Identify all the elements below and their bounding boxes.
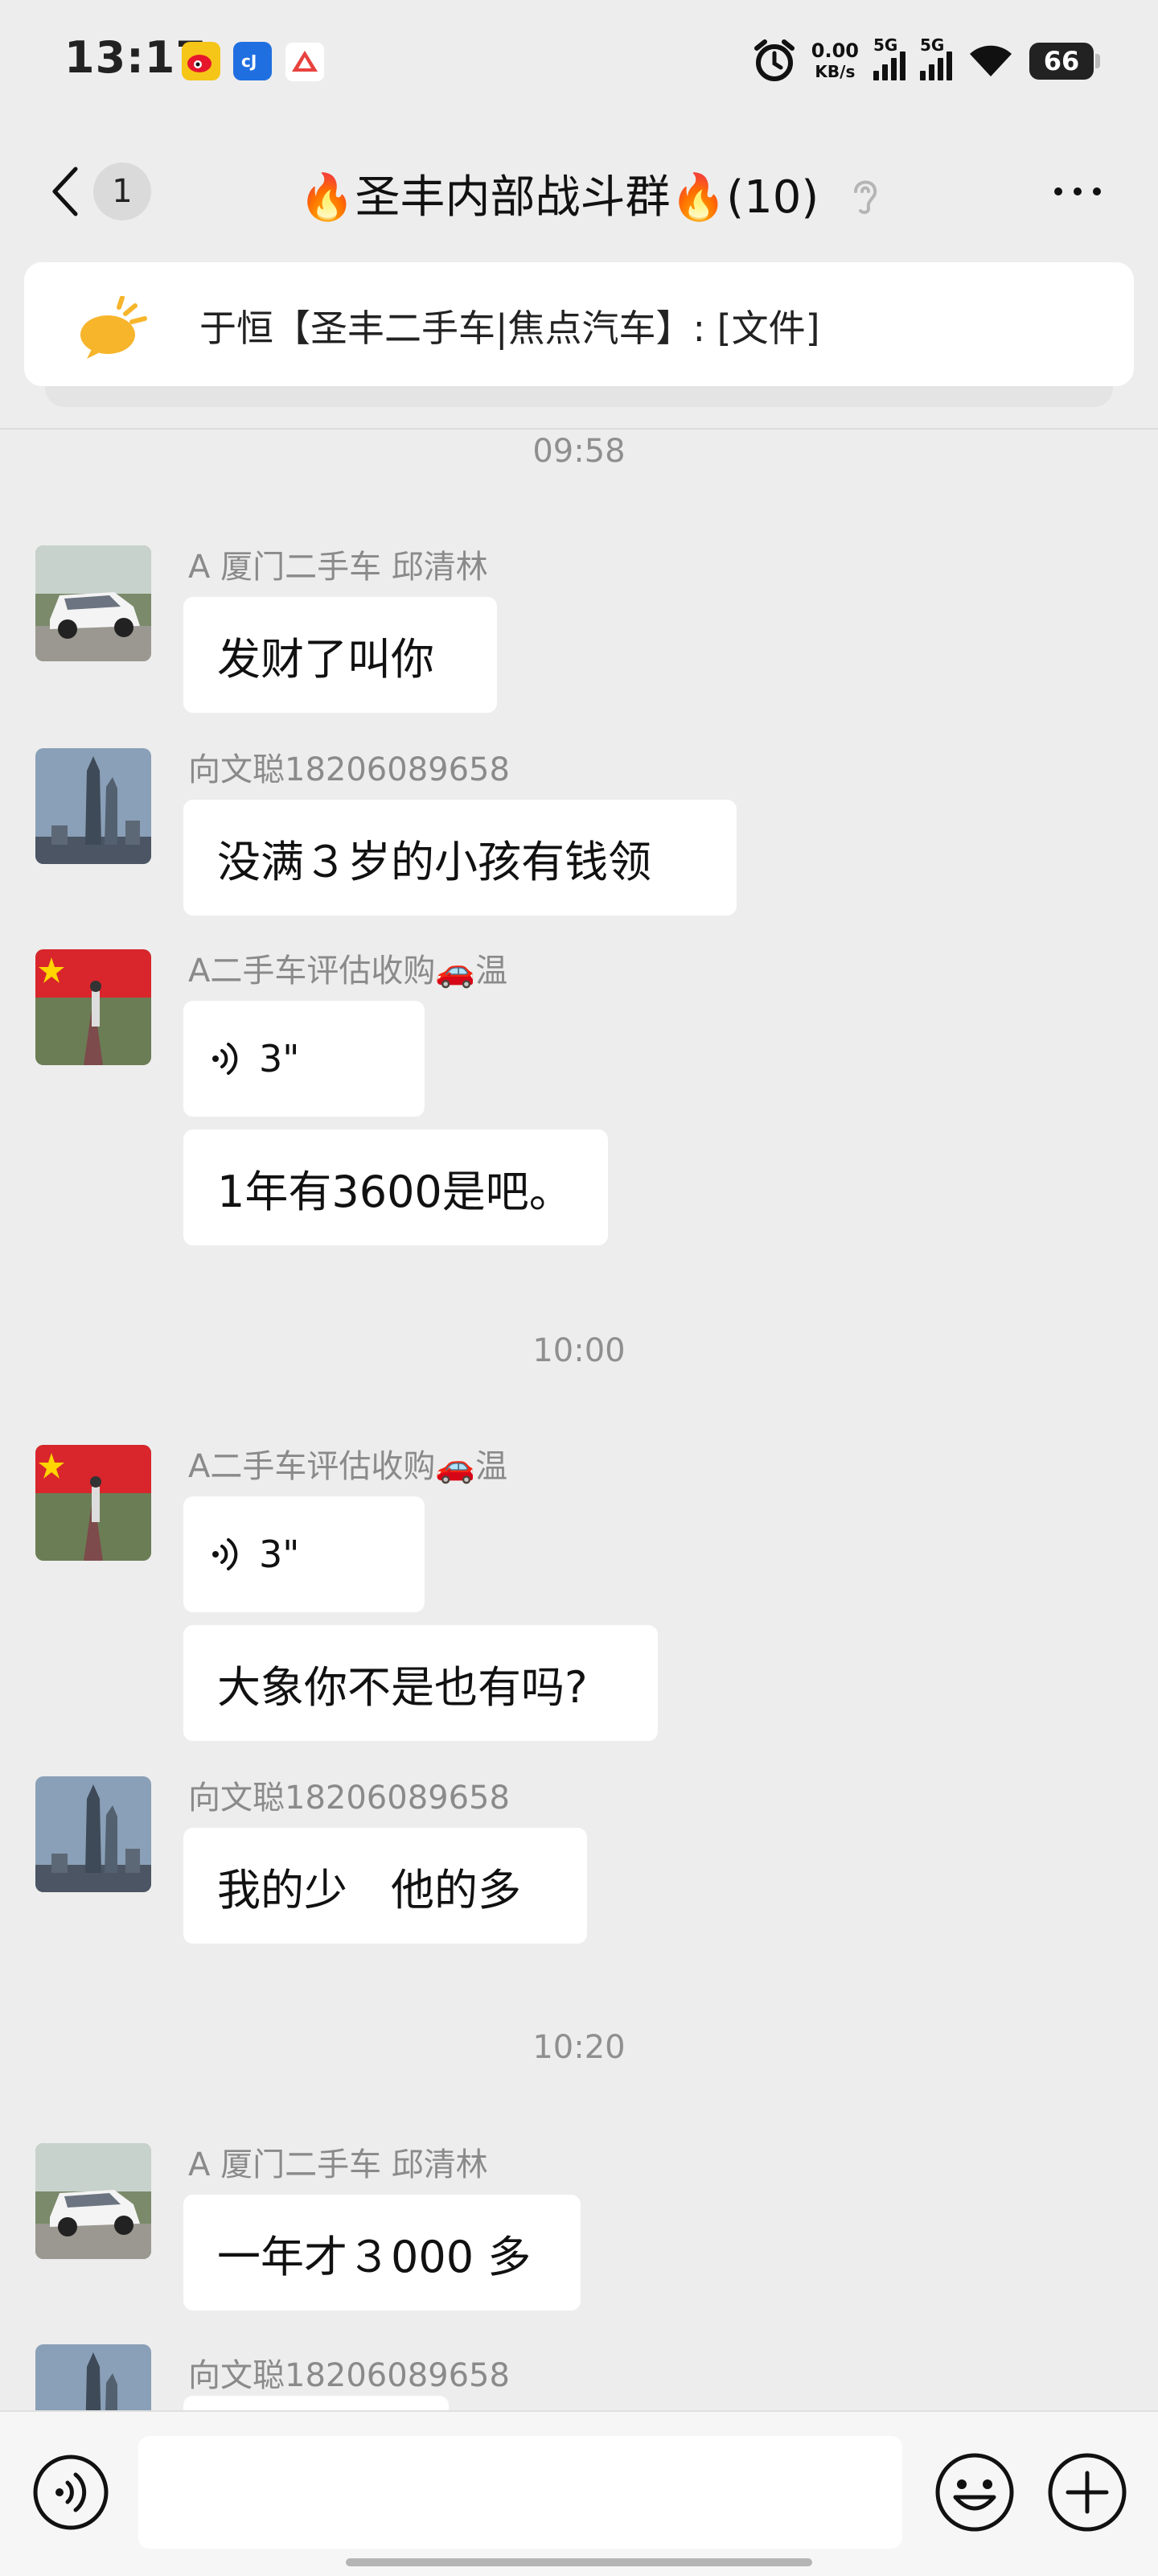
message-bubble[interactable] <box>183 2396 449 2410</box>
white-car-avatar[interactable] <box>35 545 151 661</box>
voice-wave-icon <box>212 1538 238 1570</box>
battery-level: 66 <box>1043 46 1080 76</box>
wifi-icon <box>970 45 1012 76</box>
signal-label: 5G <box>920 35 945 55</box>
message-bubble[interactable]: 1年有3600是吧。 <box>183 1130 608 1245</box>
skyscraper-avatar[interactable] <box>35 2344 151 2410</box>
weibo-app-icon <box>182 42 220 80</box>
sender-name: 向文聪18206089658 <box>188 2357 510 2394</box>
message-bubble[interactable]: 发财了叫你 <box>183 597 497 713</box>
skyscraper-avatar[interactable] <box>35 748 151 864</box>
svg-text:cJ: cJ <box>241 51 257 71</box>
voice-input-button[interactable] <box>31 2452 111 2533</box>
net-speed-unit: KB/s <box>815 62 856 81</box>
unread-count-badge[interactable]: 1 <box>93 163 151 220</box>
chat-header: 1 🔥圣丰内部战斗群🔥(10) <box>0 121 1158 262</box>
timestamp: 09:58 <box>532 433 626 470</box>
group-title[interactable]: 🔥圣丰内部战斗群🔥(10) <box>265 163 852 224</box>
input-bar <box>0 2410 1158 2576</box>
alarm-icon <box>754 39 795 81</box>
sender-name: 向文聪18206089658 <box>188 1780 510 1817</box>
pinned-notice[interactable]: 于恒【圣丰二手车|焦点汽车】: [文件] <box>24 262 1134 386</box>
emoji-button[interactable] <box>933 2450 1016 2534</box>
battery-icon: 66 <box>1029 43 1100 80</box>
home-indicator[interactable] <box>346 2558 812 2566</box>
announcement-icon <box>80 296 147 359</box>
flag-avatar[interactable] <box>35 1445 151 1561</box>
message-bubble[interactable]: 一年才３000 多 <box>183 2195 581 2311</box>
net-speed-value: 0.00 <box>811 39 859 62</box>
message-row: 向文聪18206089658 <box>0 2344 1158 2410</box>
status-indicators: 0.00 KB/s 5G 5G 66 <box>752 32 1100 90</box>
status-bar: 13:17 cJ 0.00 KB/s 5G 5G 66 <box>0 0 1158 121</box>
more-functions-button[interactable] <box>1045 2450 1129 2534</box>
voice-duration: 3" <box>259 1533 300 1576</box>
sender-name: A二手车评估收购🚗温 <box>188 1448 508 1485</box>
voice-message-bubble[interactable]: 3" <box>183 1001 425 1117</box>
timestamp: 10:00 <box>532 1332 626 1369</box>
sender-name: A 厦门二手车 邱清林 <box>188 2146 488 2183</box>
network-speed: 0.00 KB/s <box>811 40 859 82</box>
sender-name: A 厦门二手车 邱清林 <box>188 549 488 586</box>
pinned-notice-text: 于恒【圣丰二手车|焦点汽车】: [文件] <box>199 307 820 350</box>
mountain-app-icon <box>285 42 325 82</box>
white-car-avatar[interactable] <box>35 2143 151 2259</box>
flag-avatar[interactable] <box>35 949 151 1065</box>
ear-mode-icon[interactable] <box>844 171 885 216</box>
message-input[interactable] <box>138 2436 902 2549</box>
signal-icon: 5G <box>873 35 905 80</box>
timestamp: 10:20 <box>532 2029 626 2066</box>
back-button[interactable] <box>43 166 88 217</box>
message-bubble[interactable]: 没满３岁的小孩有钱领 <box>183 800 737 916</box>
message-bubble[interactable]: 大象你不是也有吗? <box>183 1625 658 1741</box>
skyscraper-avatar[interactable] <box>35 1776 151 1892</box>
divider <box>0 428 1158 430</box>
voice-wave-icon <box>212 1043 238 1075</box>
voice-message-bubble[interactable]: 3" <box>183 1496 425 1612</box>
chevron-left-icon <box>52 167 78 216</box>
sender-name: A二手车评估收购🚗温 <box>188 953 508 990</box>
more-options-button[interactable] <box>1045 174 1110 209</box>
voice-duration: 3" <box>259 1037 300 1080</box>
news-app-icon: cJ <box>233 42 272 80</box>
dot <box>1054 187 1062 195</box>
dot <box>1093 187 1101 195</box>
signal-icon: 5G <box>920 35 952 80</box>
signal-label: 5G <box>873 35 898 55</box>
sender-name: 向文聪18206089658 <box>188 751 510 788</box>
dot <box>1074 187 1082 195</box>
message-bubble[interactable]: 我的少 他的多 <box>183 1828 587 1944</box>
